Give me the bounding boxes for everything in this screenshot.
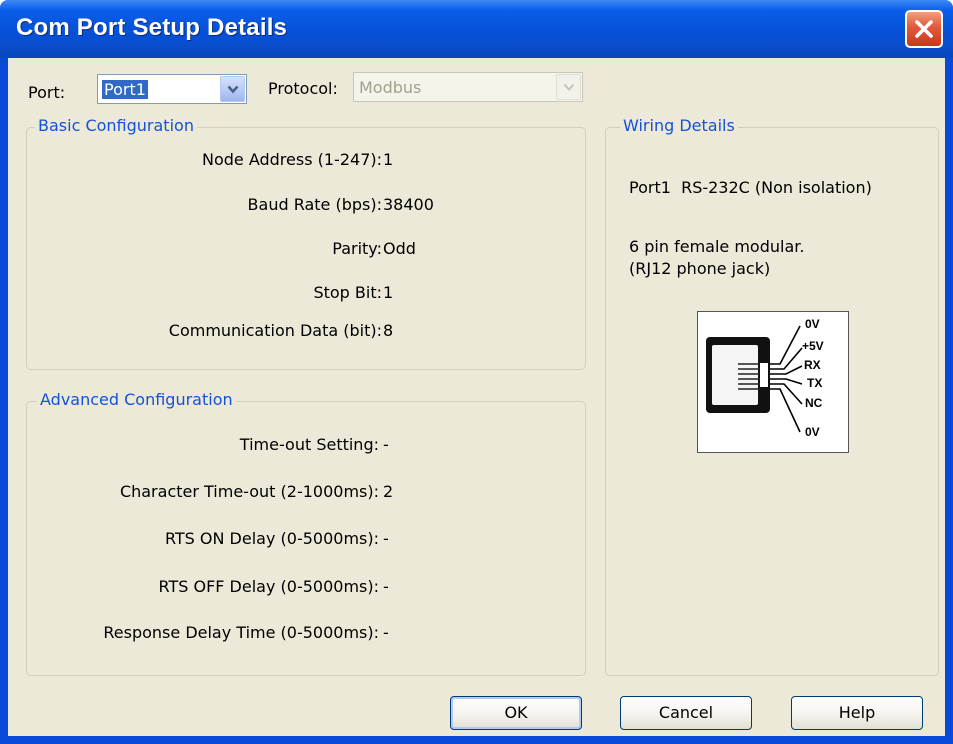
parity-label: Parity: — [332, 239, 382, 258]
port-select[interactable]: Port1 — [97, 74, 247, 104]
chevron-down-icon — [563, 83, 575, 91]
rts-on-delay-label: RTS ON Delay (0-5000ms): — [164, 529, 379, 548]
protocol-select[interactable]: Modbus — [353, 72, 583, 102]
protocol-dropdown-button — [556, 74, 581, 100]
pin-5v-label: +5V — [802, 339, 824, 353]
help-button[interactable]: Help — [791, 696, 923, 730]
pin-rx-label: RX — [804, 358, 821, 372]
pin-nc-label: NC — [805, 396, 823, 410]
parity-value: Odd — [383, 239, 416, 258]
rts-off-delay-label: RTS OFF Delay (0-5000ms): — [158, 577, 380, 596]
chevron-down-icon — [227, 85, 239, 94]
wiring-details-legend: Wiring Details — [620, 116, 738, 135]
node-address-label: Node Address (1-247): — [201, 150, 382, 169]
character-timeout-value: 2 — [383, 482, 394, 501]
protocol-label: Protocol: — [268, 79, 338, 98]
dialog-body: Port: Port1 Protocol: Modbus Basic Confi… — [8, 58, 945, 736]
rj12-jack-diagram: 0V +5V RX TX NC 0V — [697, 311, 849, 453]
ok-button[interactable]: OK — [450, 696, 582, 730]
wiring-details-group: Wiring Details Port1 RS-232C (Non isolat… — [605, 116, 939, 676]
close-button[interactable] — [905, 10, 943, 48]
close-icon — [915, 20, 933, 38]
communication-data-label: Communication Data (bit): — [168, 321, 382, 340]
baud-rate-label: Baud Rate (bps): — [247, 195, 382, 214]
window-title: Com Port Setup Details — [16, 14, 288, 41]
basic-labels-column: Node Address (1-247): Baud Rate (bps): P… — [27, 128, 382, 368]
stop-bit-label: Stop Bit: — [313, 283, 382, 302]
timeout-setting-label: Time-out Setting: — [239, 435, 379, 454]
timeout-setting-value: - — [383, 435, 389, 454]
response-delay-label: Response Delay Time (0-5000ms): — [103, 623, 379, 642]
rts-on-delay-value: - — [383, 529, 389, 548]
wiring-connector-desc: 6 pin female modular. — [629, 237, 805, 256]
title-bar[interactable]: Com Port Setup Details — [0, 0, 953, 58]
protocol-select-value: Modbus — [359, 78, 422, 97]
response-delay-value: - — [383, 623, 389, 642]
port-select-value: Port1 — [102, 80, 148, 99]
character-timeout-label: Character Time-out (2-1000ms): — [119, 482, 379, 501]
communication-data-value: 8 — [383, 321, 394, 340]
wiring-port-type: Port1 RS-232C (Non isolation) — [629, 178, 872, 197]
wiring-jack-desc: (RJ12 phone jack) — [629, 259, 771, 278]
pin-0v-bottom-label: 0V — [805, 425, 820, 439]
rj12-jack-icon — [706, 325, 803, 433]
advanced-labels-column: Time-out Setting: Character Time-out (2-… — [27, 402, 379, 674]
pin-tx-label: TX — [807, 376, 823, 390]
cancel-button[interactable]: Cancel — [620, 696, 752, 730]
node-address-value: 1 — [383, 150, 394, 169]
rts-off-delay-value: - — [383, 577, 389, 596]
port-label: Port: — [28, 83, 66, 102]
port-dropdown-button[interactable] — [220, 76, 245, 102]
dialog-window: Com Port Setup Details Port: Port1 Proto… — [0, 0, 953, 744]
advanced-configuration-group: Advanced Configuration Time-out Setting:… — [26, 390, 586, 676]
pin-0v-top-label: 0V — [805, 317, 820, 331]
stop-bit-value: 1 — [383, 283, 394, 302]
baud-rate-value: 38400 — [383, 195, 434, 214]
basic-configuration-group: Basic Configuration Node Address (1-247)… — [26, 116, 586, 370]
